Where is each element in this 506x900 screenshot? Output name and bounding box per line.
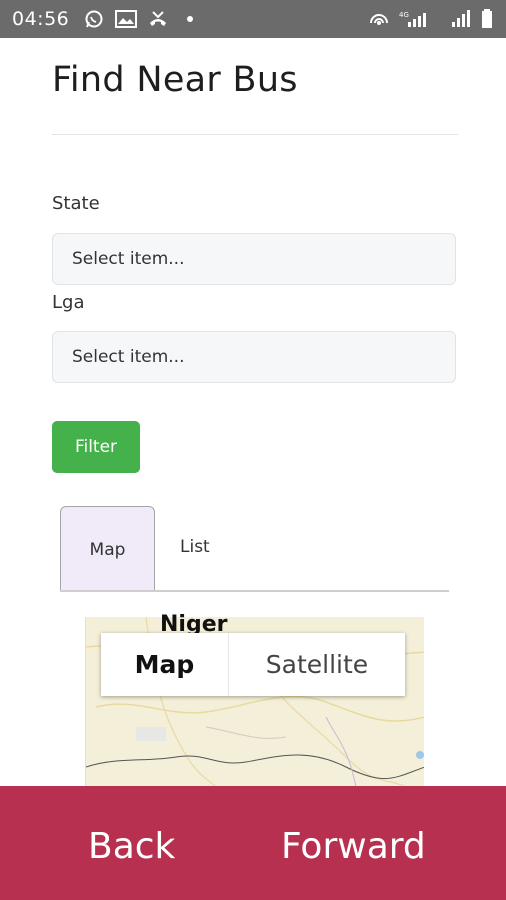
hotspot-icon [368, 8, 390, 30]
state-select[interactable]: Select item... [52, 233, 456, 285]
map-type-satellite-button[interactable]: Satellite [229, 633, 405, 696]
status-bar: 04:56 4G [0, 0, 506, 38]
bottom-nav-bar: Back Forward [0, 786, 506, 900]
status-right-icons: 4G [368, 8, 494, 30]
status-left-icons [83, 8, 201, 30]
back-button[interactable]: Back [88, 826, 175, 867]
tab-map[interactable]: Map [60, 506, 155, 592]
map-type-map-button[interactable]: Map [101, 633, 229, 696]
whatsapp-icon [83, 8, 105, 30]
tabs-underline [60, 590, 449, 592]
status-time: 04:56 [12, 8, 70, 30]
battery-icon [480, 8, 494, 30]
page-title: Find Near Bus [52, 60, 298, 100]
tab-map-label: Map [89, 539, 126, 560]
lga-select-value: Select item... [72, 347, 185, 367]
lga-select[interactable]: Select item... [52, 331, 456, 383]
svg-text:4G: 4G [399, 11, 409, 19]
missed-call-icon [147, 8, 169, 30]
dot-icon [179, 8, 201, 30]
tab-list-label: List [180, 537, 210, 557]
lga-label: Lga [52, 292, 85, 313]
signal-icon-2 [446, 8, 472, 30]
filter-button[interactable]: Filter [52, 421, 140, 473]
map-type-toggle: Map Satellite [101, 633, 405, 696]
tab-list[interactable]: List [162, 504, 234, 590]
gallery-icon [115, 8, 138, 30]
signal-icon: 4G [398, 8, 438, 30]
state-select-value: Select item... [72, 249, 185, 269]
forward-button[interactable]: Forward [281, 826, 426, 867]
state-label: State [52, 193, 100, 214]
title-divider [52, 134, 458, 135]
